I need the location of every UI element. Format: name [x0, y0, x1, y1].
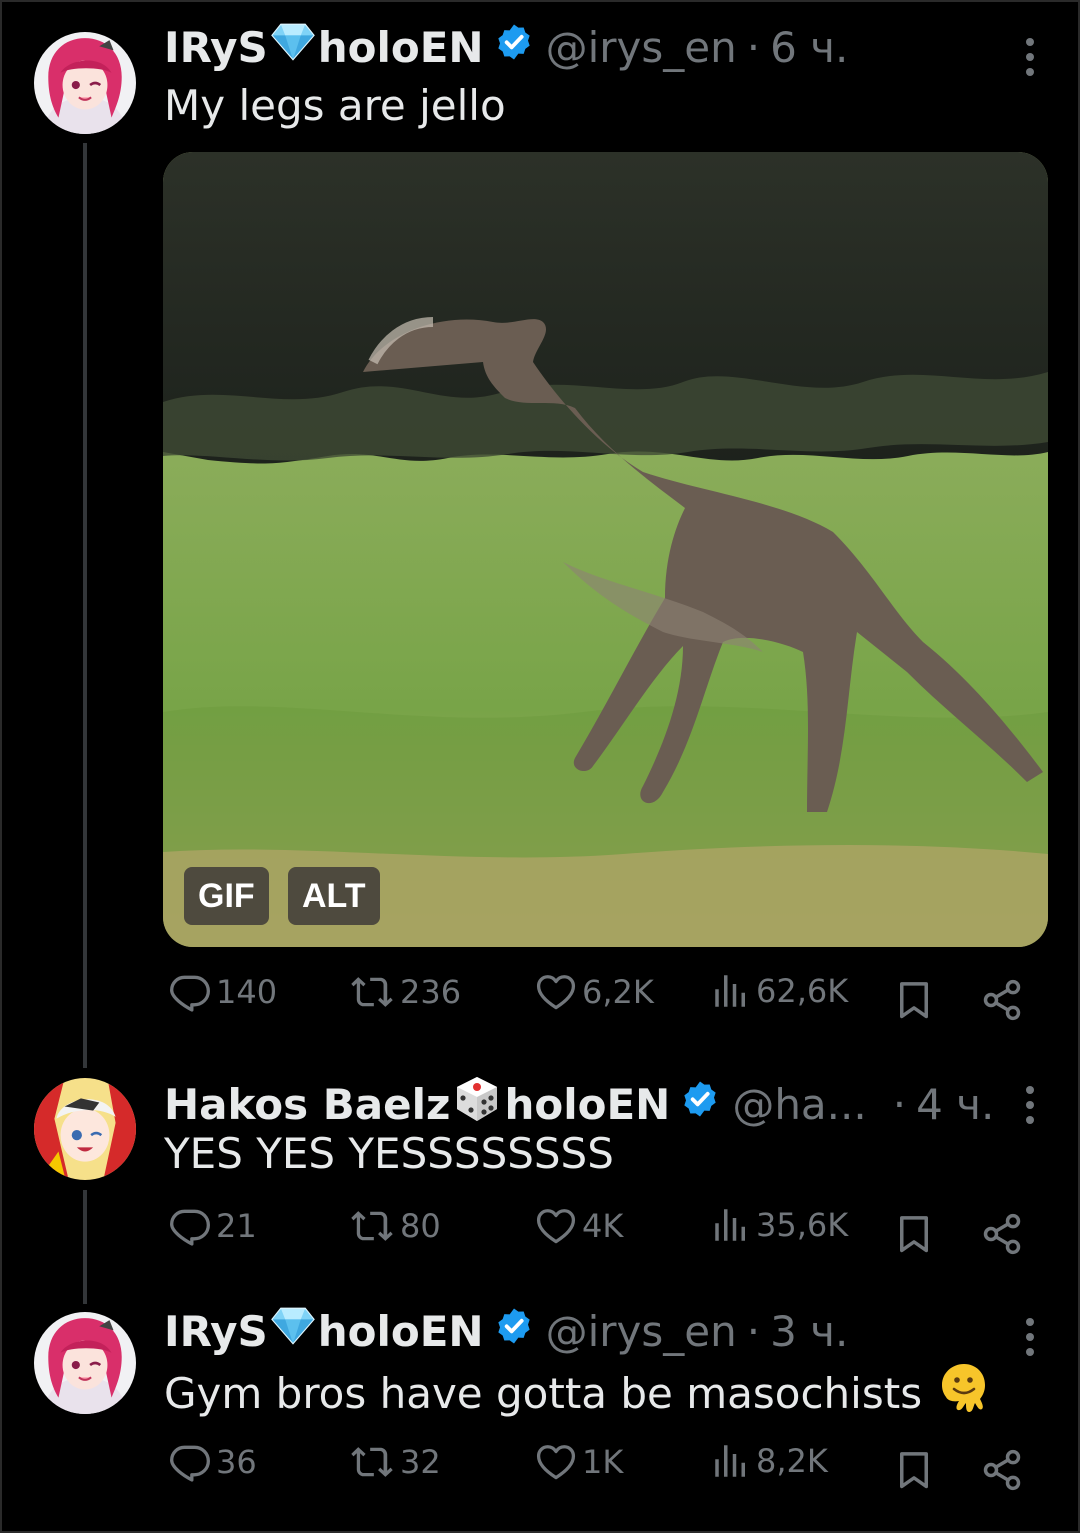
gif-badge[interactable]: GIF	[184, 867, 269, 925]
gif-media[interactable]	[163, 152, 1048, 947]
like-icon	[534, 1440, 578, 1484]
separator: ·	[746, 23, 761, 72]
separator: ·	[746, 1307, 761, 1356]
tweet-text-content: Gym bros have gotta be masochists	[164, 1369, 923, 1418]
repost-button[interactable]: 32	[348, 1440, 441, 1484]
views-count: 8,2K	[756, 1442, 828, 1480]
tweet-actions: 36 32 1K 8,2K	[0, 1440, 1080, 1500]
timestamp[interactable]: 6 ч.	[770, 22, 848, 74]
like-icon	[534, 1204, 578, 1248]
bookmark-button[interactable]	[893, 1448, 935, 1496]
share-button[interactable]	[980, 1212, 1024, 1260]
alt-badge[interactable]: ALT	[288, 867, 380, 925]
bookmark-button[interactable]	[893, 978, 935, 1026]
handle[interactable]: @irys_en	[546, 22, 737, 74]
verified-icon[interactable]	[680, 1079, 720, 1131]
display-name[interactable]: IRyS	[164, 1306, 268, 1358]
verified-icon[interactable]	[494, 1306, 534, 1358]
reply-count: 140	[216, 973, 278, 1011]
repost-count: 80	[400, 1207, 441, 1245]
tweet-text: YES YES YESSSSSSSS	[164, 1129, 614, 1178]
handle[interactable]: @ha...	[732, 1079, 866, 1131]
handle[interactable]: @irys_en	[546, 1306, 737, 1358]
tweet[interactable]: IRyS holoEN @irys_en · 6 ч. My legs are …	[0, 0, 1080, 1060]
views-count: 35,6K	[756, 1206, 849, 1244]
repost-button[interactable]: 80	[348, 1204, 441, 1248]
display-name-suffix[interactable]: holoEN	[318, 1306, 484, 1358]
bookmark-icon	[893, 1212, 935, 1256]
more-icon[interactable]	[1022, 1086, 1038, 1124]
tweet-actions: 21 80 4K 35,6K	[0, 1204, 1080, 1264]
reply-button[interactable]: 21	[168, 1204, 257, 1248]
like-button[interactable]: 1K	[534, 1440, 623, 1484]
more-icon[interactable]	[1022, 1318, 1038, 1356]
repost-count: 32	[400, 1443, 441, 1481]
avatar[interactable]	[34, 1078, 136, 1180]
views-icon	[710, 1204, 752, 1246]
share-button[interactable]	[980, 978, 1024, 1026]
reply-count: 21	[216, 1207, 257, 1245]
views-button[interactable]: 35,6K	[710, 1204, 848, 1246]
reply-count: 36	[216, 1443, 257, 1481]
views-count: 62,6K	[756, 972, 849, 1010]
timestamp[interactable]: 4 ч.	[916, 1079, 994, 1131]
like-count: 1K	[582, 1443, 624, 1481]
display-name-suffix[interactable]: holoEN	[504, 1079, 670, 1131]
bookmark-icon	[893, 978, 935, 1022]
share-button[interactable]	[980, 1448, 1024, 1496]
bookmark-button[interactable]	[893, 1212, 935, 1260]
melting-face-emoji	[940, 1362, 988, 1426]
repost-icon	[348, 1204, 396, 1248]
display-name[interactable]: Hakos Baelz	[164, 1079, 450, 1131]
repost-count: 236	[400, 973, 462, 1011]
reply-button[interactable]: 36	[168, 1440, 257, 1484]
views-icon	[710, 970, 752, 1012]
display-name-suffix[interactable]: holoEN	[318, 22, 484, 74]
llama-gif-image	[163, 152, 1048, 947]
tweet-text: Gym bros have gotta be masochists	[164, 1362, 988, 1426]
reply-icon	[168, 1204, 212, 1248]
reply-icon	[168, 1440, 212, 1484]
verified-icon[interactable]	[494, 22, 534, 74]
repost-icon	[348, 970, 396, 1014]
like-count: 4K	[582, 1207, 624, 1245]
tweet[interactable]: Hakos Baelz holoEN @ha... · 4 ч. YES YES…	[0, 1062, 1080, 1298]
bookmark-icon	[893, 1448, 935, 1492]
views-button[interactable]: 8,2K	[710, 1440, 828, 1482]
more-icon[interactable]	[1022, 38, 1038, 76]
tweet-header: IRyS holoEN @irys_en · 6 ч.	[164, 22, 848, 74]
display-name[interactable]: IRyS	[164, 22, 268, 74]
like-button[interactable]: 4K	[534, 1204, 623, 1248]
like-count: 6,2K	[582, 973, 654, 1011]
like-button[interactable]: 6,2K	[534, 970, 654, 1014]
reply-button[interactable]: 140	[168, 970, 277, 1014]
diamond-icon	[270, 1306, 316, 1358]
views-button[interactable]: 62,6K	[710, 970, 848, 1012]
tweet[interactable]: IRyS holoEN @irys_en · 3 ч. Gym bros hav…	[0, 1298, 1080, 1533]
views-icon	[710, 1440, 752, 1482]
avatar[interactable]	[34, 32, 136, 134]
share-icon	[980, 1448, 1024, 1492]
tweet-actions: 140 236 6,2K 62,6K	[0, 970, 1080, 1030]
repost-button[interactable]: 236	[348, 970, 461, 1014]
share-icon	[980, 978, 1024, 1022]
reply-icon	[168, 970, 212, 1014]
timestamp[interactable]: 3 ч.	[770, 1306, 848, 1358]
repost-icon	[348, 1440, 396, 1484]
like-icon	[534, 970, 578, 1014]
share-icon	[980, 1212, 1024, 1256]
separator: ·	[892, 1080, 907, 1129]
tweet-header: Hakos Baelz holoEN @ha... · 4 ч.	[164, 1074, 994, 1136]
diamond-icon	[270, 22, 316, 74]
tweet-text: My legs are jello	[164, 81, 506, 130]
tweet-header: IRyS holoEN @irys_en · 3 ч.	[164, 1306, 848, 1358]
avatar[interactable]	[34, 1312, 136, 1414]
dice-icon	[452, 1074, 502, 1136]
